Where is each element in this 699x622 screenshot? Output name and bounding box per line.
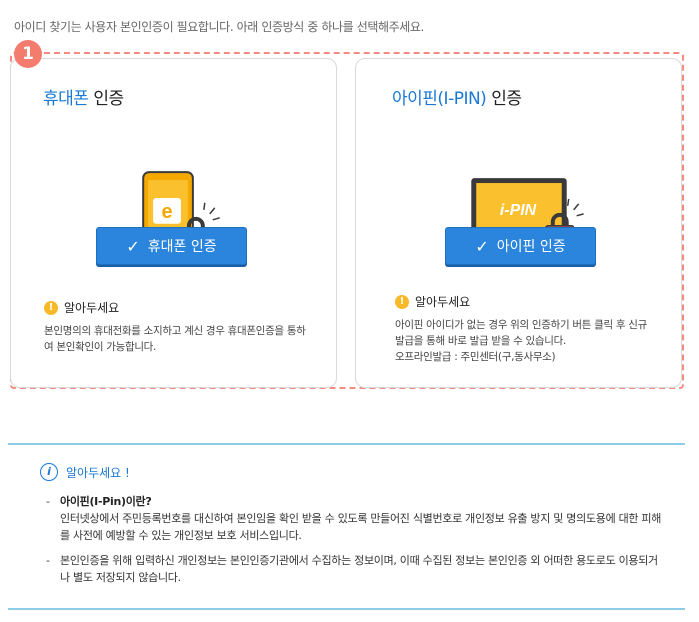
- list-item: - 본인인증을 위해 입력하신 개인정보는 본인인증기관에서 수집하는 정보이며…: [46, 554, 658, 584]
- ipin-auth-button[interactable]: ✓ 아이핀 인증: [445, 227, 596, 265]
- step-badge: 1: [14, 40, 42, 68]
- phone-card-title-rest: 인증: [88, 89, 124, 109]
- check-icon: ✓: [475, 236, 489, 256]
- info-title: 알아두세요 !: [66, 465, 130, 480]
- phone-card-title: 휴대폰 인증: [43, 84, 124, 109]
- ipin-definition-term: 아이핀(I-Pin)이란?: [60, 495, 152, 508]
- list-item: - 아이핀(I-Pin)이란? 인터넷상에서 주민등록번호를 대신하여 본인임을…: [46, 493, 666, 544]
- ipin-notice-heading: ! 알아두세요: [395, 293, 470, 310]
- exclamation-icon: !: [44, 300, 58, 315]
- info-icon: i: [40, 463, 58, 481]
- ipin-offline-issuance: 오프라인발급 : 주민센터(구,동사무소): [395, 351, 556, 363]
- ipin-notice-text: 아이핀 아이디가 없는 경우 위의 인증하기 버튼 클릭 후 신규발급을 통해 …: [395, 317, 655, 365]
- phone-card-title-highlight: 휴대폰: [43, 89, 89, 109]
- check-icon: ✓: [126, 236, 140, 256]
- ipin-auth-button-label: 아이핀 인증: [496, 239, 566, 255]
- info-list: - 아이핀(I-Pin)이란? 인터넷상에서 주민등록번호를 대신하여 본인임을…: [46, 493, 666, 594]
- phone-notice-title: 알아두세요: [64, 301, 120, 315]
- ipin-definition-text: 인터넷상에서 주민등록번호를 대신하여 본인임을 확인 받을 수 있도록 만들어…: [60, 512, 662, 542]
- phone-auth-button-label: 휴대폰 인증: [147, 239, 217, 255]
- ipin-notice-title: 알아두세요: [415, 295, 471, 309]
- ipin-card-title-highlight: 아이핀(I-PIN): [392, 89, 487, 109]
- ipin-card-title-rest: 인증: [486, 89, 522, 109]
- exclamation-icon: !: [395, 294, 409, 309]
- phone-auth-button[interactable]: ✓ 휴대폰 인증: [96, 227, 247, 265]
- privacy-notice-text: 본인인증을 위해 입력하신 개인정보는 본인인증기관에서 수집하는 정보이며, …: [60, 554, 658, 584]
- intro-text: 아이디 찾기는 사용자 본인인증이 필요합니다. 아래 인증방식 중 하나를 선…: [14, 20, 424, 34]
- phone-screen-letter: e: [162, 201, 173, 223]
- ipin-auth-card: 아이핀(I-PIN) 인증 i-PIN ✓ 아이핀 인증 ! 알아두세요 아이핀…: [355, 58, 682, 388]
- ipin-card-title: 아이핀(I-PIN) 인증: [392, 84, 522, 109]
- info-section: i 알아두세요 ! - 아이핀(I-Pin)이란? 인터넷상에서 주민등록번호를…: [8, 443, 685, 610]
- phone-notice-heading: ! 알아두세요: [44, 299, 119, 316]
- phone-auth-card: 휴대폰 인증 e ✓ 휴대폰 인증 ! 알아두세요 본인명의의 휴대전화를 소지…: [10, 58, 337, 388]
- ipin-notice-line: 아이핀 아이디가 없는 경우 위의 인증하기 버튼 클릭 후 신규발급을 통해 …: [395, 319, 647, 347]
- info-heading: i 알아두세요 !: [40, 463, 130, 481]
- phone-notice-text: 본인명의의 휴대전화를 소지하고 계신 경우 휴대폰인증을 통하여 본인확인이 …: [44, 325, 306, 353]
- ipin-screen-text: i-PIN: [500, 202, 537, 219]
